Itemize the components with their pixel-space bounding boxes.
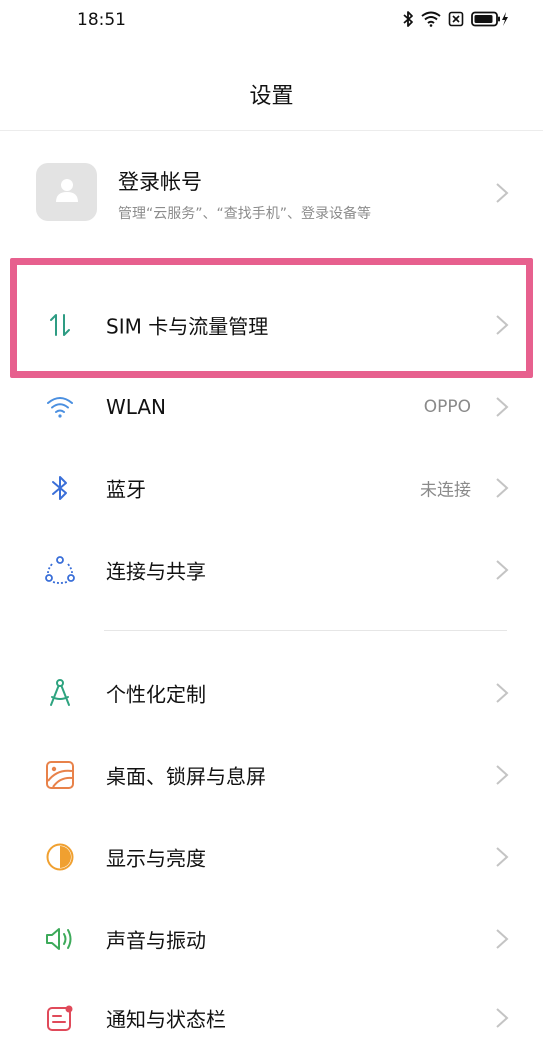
personalization-row[interactable]: 个性化定制 [0,658,543,728]
status-bar: 18:51 [0,0,543,42]
home-lockscreen-row[interactable]: 桌面、锁屏与息屏 [0,740,543,810]
notification-icon [42,1000,78,1036]
setting-label: 通知与状态栏 [106,1007,226,1032]
notification-statusbar-row[interactable]: 通知与状态栏 [0,983,543,1053]
header-divider [0,130,543,131]
wifi-status-icon [421,11,441,27]
chevron-right-icon [496,315,509,335]
no-sim-status-icon [448,11,464,27]
person-icon [53,176,81,208]
avatar [36,163,97,221]
chevron-right-icon [496,765,509,785]
sound-vibration-row[interactable]: 声音与振动 [0,904,543,974]
speaker-icon [42,921,78,957]
data-transfer-icon [42,307,78,343]
account-title: 登录帐号 [118,170,202,194]
chevron-right-icon [496,183,509,203]
compass-icon [42,675,78,711]
bluetooth-status-value: 未连接 [420,480,471,501]
setting-label: 个性化定制 [106,682,206,707]
status-time: 18:51 [77,10,126,30]
wallpaper-icon [42,757,78,793]
status-icons [402,10,509,28]
section-divider [104,630,507,631]
chevron-right-icon [496,929,509,949]
display-brightness-row[interactable]: 显示与亮度 [0,822,543,892]
battery-charging-icon [471,11,509,27]
setting-label: 连接与共享 [106,559,206,584]
setting-label: 蓝牙 [106,477,146,502]
chevron-right-icon [496,847,509,867]
chevron-right-icon [496,478,509,498]
setting-label: WLAN [106,395,167,419]
setting-label: 声音与振动 [106,928,206,953]
wlan-status-value: OPPO [423,397,471,417]
wlan-row[interactable]: WLAN OPPO [0,372,543,442]
chevron-right-icon [496,1008,509,1028]
bluetooth-row[interactable]: 蓝牙 未连接 [0,453,543,523]
sim-data-management-row[interactable]: SIM 卡与流量管理 [0,290,543,360]
chevron-right-icon [496,397,509,417]
page-title: 设置 [249,84,294,109]
wifi-icon [42,389,78,425]
chevron-right-icon [496,560,509,580]
account-subtitle: 管理“云服务”、“查找手机”、登录设备等 [118,206,372,222]
setting-label: 桌面、锁屏与息屏 [106,764,266,789]
setting-label: SIM 卡与流量管理 [106,314,269,339]
connection-share-row[interactable]: 连接与共享 [0,535,543,605]
chevron-right-icon [496,683,509,703]
bluetooth-status-icon [402,10,414,28]
setting-label: 显示与亮度 [106,846,206,871]
bluetooth-icon [42,470,78,506]
connection-share-icon [42,552,78,588]
login-account-row[interactable]: 登录帐号 管理“云服务”、“查找手机”、登录设备等 [0,150,543,236]
brightness-icon [42,839,78,875]
